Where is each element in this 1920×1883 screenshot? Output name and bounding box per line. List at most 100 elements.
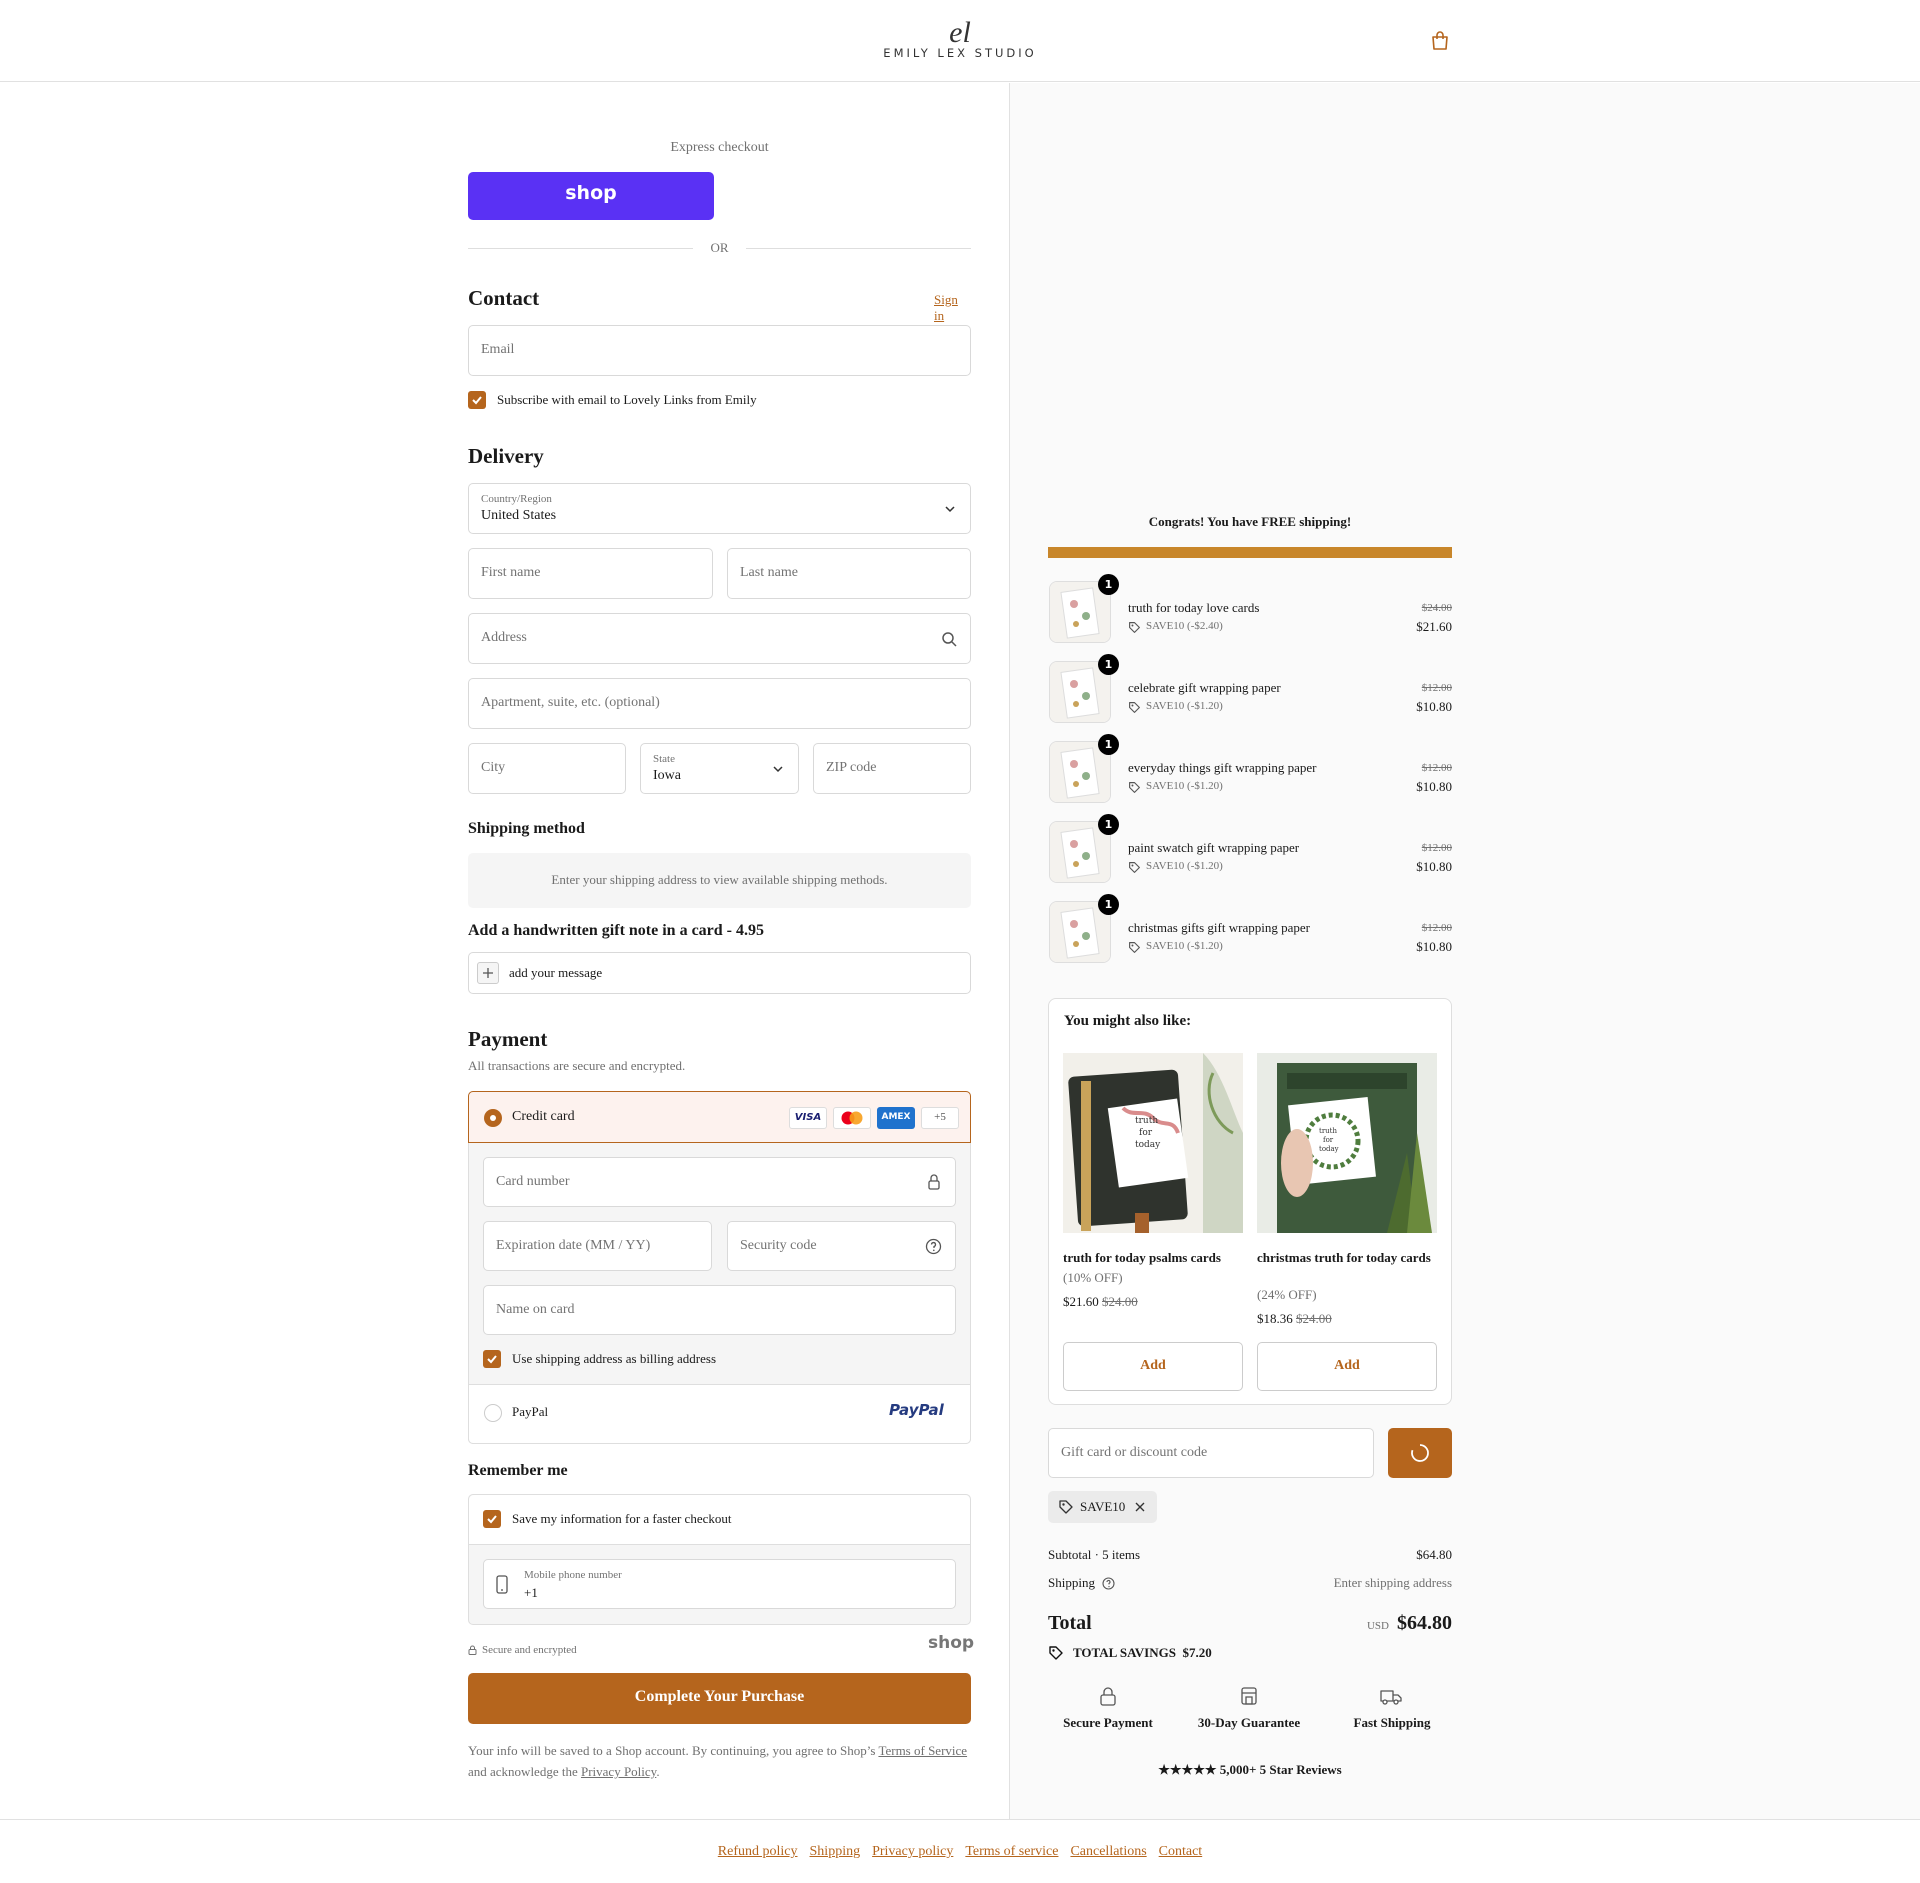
logo-mark: el xyxy=(949,16,971,49)
line-item-price: $10.80 xyxy=(1416,859,1452,874)
name-on-card-field[interactable]: Name on card xyxy=(483,1285,956,1335)
discount-code-field[interactable]: Gift card or discount code xyxy=(1048,1428,1374,1478)
svg-text:truth: truth xyxy=(1319,1127,1337,1135)
footer-link[interactable]: Contact xyxy=(1159,1844,1203,1859)
footer-link[interactable]: Terms of service xyxy=(965,1844,1058,1859)
upsell-product-name[interactable]: truth for today psalms cards xyxy=(1063,1250,1243,1266)
tag-icon xyxy=(1129,862,1140,873)
line-item-discount: SAVE10 (-$1.20) xyxy=(1146,780,1223,792)
state-value: Iowa xyxy=(653,768,681,783)
footer-link[interactable]: Refund policy xyxy=(718,1844,798,1859)
paypal-option[interactable]: PayPal PayPal xyxy=(468,1384,971,1444)
subscribe-label: Subscribe with email to Lovely Links fro… xyxy=(497,392,757,407)
secure-encrypted-label: Secure and encrypted xyxy=(482,1644,577,1656)
zip-placeholder: ZIP code xyxy=(826,760,877,775)
subtotal-label: Subtotal · 5 items xyxy=(1048,1547,1141,1562)
mobile-phone-icon xyxy=(496,1575,508,1594)
line-item-name: everyday things gift wrapping paper xyxy=(1128,760,1317,775)
state-select[interactable]: State Iowa xyxy=(640,743,799,794)
product-image[interactable]: truth for today xyxy=(1063,1053,1243,1233)
contact-heading: Contact xyxy=(468,286,540,310)
subscribe-checkbox[interactable] xyxy=(468,391,486,409)
footer-link[interactable]: Privacy policy xyxy=(872,1844,953,1859)
free-shipping-message: Congrats! You have FREE shipping! xyxy=(1148,514,1352,529)
shopping-bag-icon[interactable] xyxy=(1429,30,1451,52)
paypal-label: PayPal xyxy=(512,1404,549,1419)
country-select[interactable]: Country/Region United States xyxy=(468,483,971,534)
save-info-checkbox[interactable] xyxy=(483,1510,501,1528)
footer-link[interactable]: Cancellations xyxy=(1070,1844,1146,1859)
gift-note-field[interactable]: add your message xyxy=(468,952,971,994)
tag-icon xyxy=(1059,1500,1073,1514)
footer: Refund policy Shipping Privacy policy Terms… xyxy=(0,1819,1920,1883)
upsell-box: You might also like: truth for today truth… xyxy=(1048,998,1452,1405)
billing-same-checkbox[interactable] xyxy=(483,1350,501,1368)
total-savings: TOTAL SAVINGS $7.20 xyxy=(1073,1645,1212,1660)
shop-pay-logo: shop xyxy=(565,182,617,204)
apply-discount-button[interactable] xyxy=(1388,1428,1452,1478)
zip-field[interactable]: ZIP code xyxy=(813,743,971,794)
free-shipping-progress xyxy=(1048,547,1452,558)
terms-link[interactable]: Terms of Service xyxy=(878,1743,967,1758)
help-icon[interactable] xyxy=(925,1238,942,1255)
name-on-card-placeholder: Name on card xyxy=(496,1302,575,1317)
sign-in-link[interactable]: Sign in xyxy=(934,292,971,324)
mastercard-icon xyxy=(833,1107,871,1129)
express-checkout-label: Express checkout xyxy=(670,140,769,155)
address-placeholder: Address xyxy=(481,630,527,645)
privacy-link[interactable]: Privacy Policy xyxy=(581,1764,656,1779)
first-name-field[interactable]: First name xyxy=(468,548,713,599)
shop-pay-button[interactable]: shop xyxy=(468,172,714,220)
country-value: United States xyxy=(481,508,557,523)
footer-link[interactable]: Shipping xyxy=(810,1844,861,1859)
amex-icon: AMEX xyxy=(877,1107,915,1129)
line-item-discount: SAVE10 (-$1.20) xyxy=(1146,860,1223,872)
svg-text:today: today xyxy=(1319,1145,1339,1153)
credit-card-option[interactable]: Credit card VISA AMEX +5 xyxy=(468,1091,971,1143)
phone-field[interactable]: Mobile phone number +1 xyxy=(483,1559,956,1609)
more-cards-badge: +5 xyxy=(921,1107,959,1129)
logo[interactable]: el EMILY LEX STUDIO xyxy=(880,16,1040,61)
product-image[interactable]: truth for today xyxy=(1257,1053,1437,1233)
first-name-placeholder: First name xyxy=(481,565,541,580)
complete-purchase-button[interactable]: Complete Your Purchase xyxy=(468,1673,971,1724)
or-divider-label: OR xyxy=(710,240,729,255)
plus-icon[interactable] xyxy=(477,962,499,984)
security-code-placeholder: Security code xyxy=(740,1238,817,1253)
line-item-price: $10.80 xyxy=(1416,699,1452,714)
line-item-price: $21.60 xyxy=(1416,619,1452,634)
applied-discount-tag: SAVE10 xyxy=(1048,1491,1157,1523)
add-button[interactable]: Add xyxy=(1257,1342,1437,1391)
address-field[interactable]: Address xyxy=(468,613,971,664)
apartment-field[interactable]: Apartment, suite, etc. (optional) xyxy=(468,678,971,729)
add-button[interactable]: Add xyxy=(1063,1342,1243,1391)
subtotal-value: $64.80 xyxy=(1416,1547,1452,1562)
logo-text: EMILY LEX STUDIO xyxy=(883,46,1037,60)
close-icon[interactable] xyxy=(1134,1501,1146,1513)
city-field[interactable]: City xyxy=(468,743,626,794)
quantity-badge: 1 xyxy=(1098,574,1119,595)
billing-same-label: Use shipping address as billing address xyxy=(512,1351,717,1366)
upsell-product-name[interactable]: christmas truth for today cards xyxy=(1257,1250,1437,1266)
card-number-field[interactable]: Card number xyxy=(483,1157,956,1207)
svg-text:for: for xyxy=(1139,1128,1153,1138)
paypal-radio[interactable] xyxy=(484,1404,502,1422)
line-item-original-price: $12.00 xyxy=(1421,682,1452,694)
credit-card-label: Credit card xyxy=(512,1109,575,1124)
credit-card-radio[interactable] xyxy=(484,1109,502,1127)
last-name-field[interactable]: Last name xyxy=(727,548,971,599)
chevron-down-icon xyxy=(945,506,955,513)
paypal-logo: PayPal xyxy=(889,1401,944,1419)
shipping-value: Enter shipping address xyxy=(1333,1575,1452,1590)
discount-code-placeholder: Gift card or discount code xyxy=(1061,1445,1208,1460)
security-code-field[interactable]: Security code xyxy=(727,1221,956,1271)
help-icon[interactable] xyxy=(1102,1577,1115,1590)
site-header: el EMILY LEX STUDIO xyxy=(0,0,1920,82)
email-field[interactable]: Email xyxy=(468,325,971,376)
line-item-discount: SAVE10 (-$1.20) xyxy=(1146,700,1223,712)
expiration-field[interactable]: Expiration date (MM / YY) xyxy=(483,1221,712,1271)
last-name-placeholder: Last name xyxy=(740,565,798,580)
line-item-price: $10.80 xyxy=(1416,779,1452,794)
apartment-placeholder: Apartment, suite, etc. (optional) xyxy=(481,695,660,710)
fast-shipping-badge: Fast Shipping xyxy=(1353,1715,1431,1730)
